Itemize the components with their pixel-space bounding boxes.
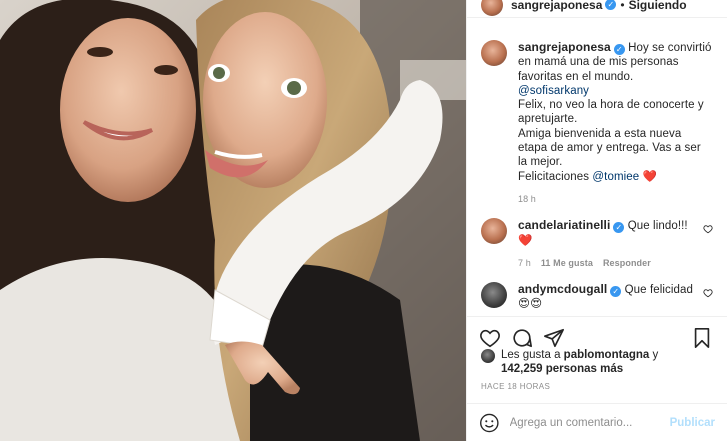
liker-avatar[interactable] [481,349,495,363]
comment-reply-button[interactable]: Responder [603,256,651,270]
smile-icon[interactable] [479,412,500,434]
likes-joiner: y [652,349,659,361]
author-avatar[interactable] [481,0,503,16]
photo-illustration [0,0,466,441]
bookmark-icon[interactable] [691,327,713,349]
caption-time[interactable]: 18 h [518,192,536,206]
post-side-panel: sangrejaponesa ✓ • Siguiendo sangrejapon… [466,0,727,441]
caption-line-3: Amiga bienvenida a esta nueva etapa de a… [518,127,701,169]
caption-mention-sofisarkany[interactable]: @sofisarkany [518,85,589,97]
heart-emoji: ❤️ [642,170,657,183]
comment-like-heart-icon[interactable] [703,224,713,234]
comment-like-heart-icon[interactable] [703,288,713,298]
likes-prefix: Les gusta a [501,349,561,361]
publish-button[interactable]: Publicar [670,417,715,429]
caption: sangrejaponesa ✓ Hoy se convirtió en mamá… [481,40,713,206]
instagram-post: sangrejaponesa ✓ • Siguiendo sangrejapon… [0,0,727,441]
comment-text: Que felicidad [624,284,694,297]
caption-mention-tomiee[interactable]: @tomiee [592,171,639,183]
share-icon[interactable] [543,327,565,349]
post-photo[interactable] [0,0,466,441]
caption-line-2: Felix, no veo la hora de conocerte y apr… [518,99,704,126]
comment-likes-count[interactable]: 11 Me gusta [541,256,593,270]
verified-badge-icon: ✓ [613,44,625,55]
comment-meta: 7 h 11 Me gusta Responder [518,256,697,270]
verified-badge-icon: ✓ [613,222,625,234]
commenter-username[interactable]: candelariatinelli [518,218,610,232]
author-username[interactable]: sangrejaponesa [511,0,602,12]
add-comment-bar: Publicar [467,403,727,441]
heart-emoji: ❤️ [518,234,533,247]
post-time-ago[interactable]: HACE 18 HORAS [481,382,550,391]
verified-badge-icon: ✓ [610,286,622,298]
comment-input[interactable] [509,416,664,429]
heart-icon[interactable] [479,327,501,349]
separator-dot: • [620,0,625,12]
commenter-avatar[interactable] [481,218,507,245]
comment-text: Que lindo!!! [627,220,688,233]
caption-line-4-prefix: Felicitaciones [518,170,590,183]
liker-username[interactable]: pablomontagna [564,349,650,361]
action-bar [467,316,727,352]
comment-item: candelariatinelli ✓ Que lindo!!! ❤️ 7 h 11… [481,218,713,270]
comment-time[interactable]: 7 h [518,256,531,270]
caption-author[interactable]: sangrejaponesa [518,40,611,54]
following-button[interactable]: Siguiendo [629,0,687,12]
comment-icon[interactable] [511,327,533,349]
commenter-avatar[interactable] [481,282,507,309]
caption-author-avatar[interactable] [481,40,507,66]
likes-count[interactable]: 142,259 personas más [501,363,623,375]
verified-badge-icon: ✓ [605,0,617,10]
comment-emoji: 😍😍 [518,298,543,311]
likes-summary: Les gusta a pablomontagna y 142,259 pers… [481,348,717,376]
comments-list[interactable]: sangrejaponesa ✓ Hoy se convirtió en mamá… [467,40,727,315]
comment-item: andymcdougall ✓ Que felicidad 😍😍 [481,282,713,312]
caption-meta: 18 h [518,192,713,206]
commenter-username[interactable]: andymcdougall [518,282,607,296]
post-header: sangrejaponesa ✓ • Siguiendo [467,0,727,18]
